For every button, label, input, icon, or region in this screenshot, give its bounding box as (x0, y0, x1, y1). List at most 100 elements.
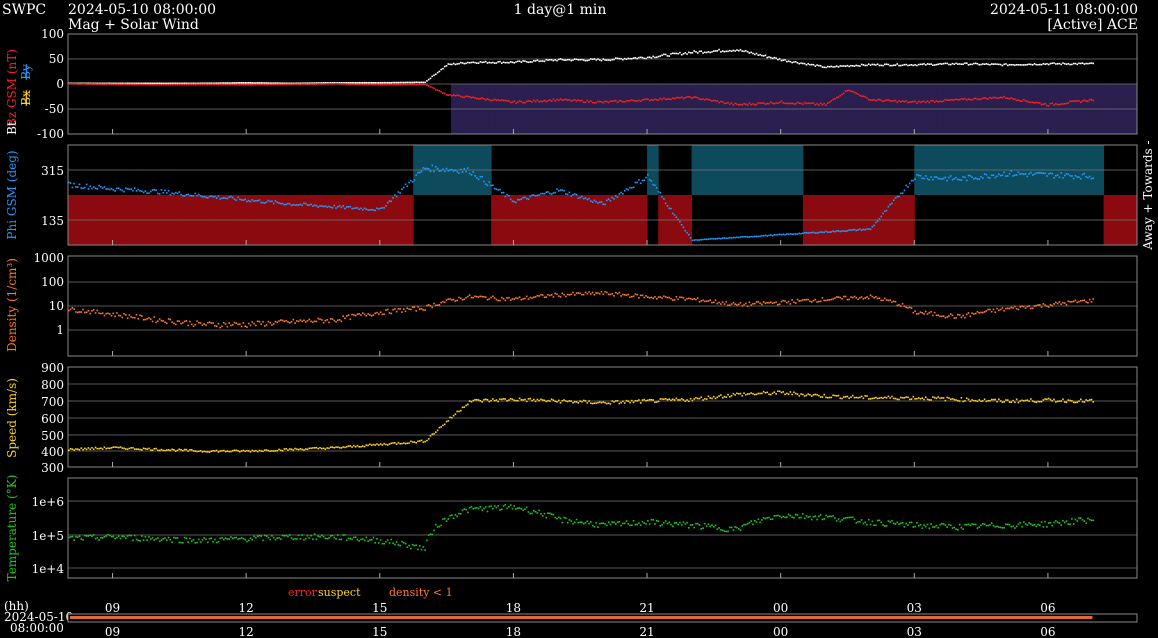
bt-point (810, 63, 813, 66)
density-point (981, 311, 984, 314)
density-point (1014, 305, 1016, 308)
bz-point (290, 83, 293, 86)
bt-point (443, 65, 446, 68)
bz-point (981, 97, 984, 100)
temperature-point (233, 536, 236, 539)
bz-point (133, 83, 136, 86)
speed-point (101, 448, 104, 450)
bz-point (1039, 102, 1041, 104)
phi-point (182, 194, 184, 197)
speed-point (1044, 398, 1046, 400)
bz-point (673, 97, 676, 100)
temperature-point (732, 529, 735, 531)
bt-point (638, 56, 640, 59)
bz-point (757, 102, 760, 104)
bt-point (509, 61, 512, 63)
bz-point (153, 83, 156, 86)
bt-point (173, 82, 175, 85)
bt-point (153, 82, 156, 85)
temperature-point (588, 522, 590, 525)
temperature-point (695, 522, 697, 525)
bz-point (572, 99, 574, 102)
speed-point (563, 399, 565, 401)
phi-point (618, 193, 621, 195)
speed-point (1033, 401, 1036, 403)
density-point (224, 323, 227, 325)
bt-point (369, 81, 371, 84)
bz-point (1012, 98, 1014, 100)
bz-point (705, 98, 708, 100)
speed-point (331, 446, 334, 448)
speed-point (506, 400, 508, 402)
speed-point (860, 395, 863, 398)
temperature-point (563, 516, 565, 519)
bz-point (119, 83, 122, 86)
bt-point (689, 52, 692, 54)
density-point (522, 298, 524, 300)
bt-point (957, 63, 959, 65)
phi-point (141, 190, 143, 193)
bt-point (454, 63, 457, 66)
x-tick-label: 21 (639, 601, 654, 615)
temperature-point (388, 542, 391, 544)
phi-point (165, 192, 168, 194)
temperature-point (1081, 518, 1084, 521)
bt-point (949, 63, 952, 66)
phi-point (958, 178, 961, 181)
density-point (962, 314, 964, 317)
speed-point (721, 396, 724, 399)
speed-point (520, 398, 523, 401)
bt-point (540, 60, 542, 62)
bz-point (782, 102, 785, 104)
phi-point (996, 175, 998, 178)
phi-point (745, 235, 747, 238)
bz-point (825, 104, 827, 107)
bt-point (593, 58, 596, 60)
density-point (910, 307, 913, 309)
bz-point (313, 83, 316, 85)
speed-point (809, 394, 811, 396)
speed-point (436, 429, 439, 432)
phi-point (753, 235, 756, 238)
bz-point (308, 83, 311, 85)
bz-point (89, 83, 91, 85)
bz-point (885, 99, 888, 101)
density-point (486, 298, 489, 301)
bz-point (1005, 97, 1007, 99)
temperature-point (126, 535, 129, 537)
speed-point (1047, 397, 1050, 400)
speed-point (486, 398, 489, 401)
temperature-point (753, 520, 756, 522)
temperature-point (949, 524, 952, 527)
speed-point (910, 398, 913, 400)
phi-point (880, 215, 883, 218)
temperature-point (182, 541, 184, 544)
phi-point (631, 186, 633, 189)
temperature-point (964, 523, 966, 526)
bt-point (1076, 63, 1079, 66)
temperature-point (101, 537, 104, 539)
phi-point (326, 206, 328, 208)
mag-tick: 100 (41, 27, 64, 41)
speed-point (354, 445, 357, 448)
bz-point (762, 102, 765, 104)
phi-point (989, 177, 991, 179)
temperature-point (280, 538, 282, 540)
phi-point (288, 202, 291, 205)
phi-point (764, 234, 767, 237)
density-point (1012, 307, 1014, 309)
bt-point (923, 63, 925, 65)
temperature-point (479, 506, 482, 508)
speed-point (607, 402, 610, 405)
phi-point (125, 187, 127, 189)
temperature-point (142, 539, 145, 541)
bz-point (992, 96, 995, 99)
bz-point (1030, 101, 1032, 104)
bz-point (1006, 97, 1009, 100)
density-point (1046, 305, 1048, 307)
bz-point (584, 101, 587, 104)
phi-point (253, 200, 255, 202)
bt-point (992, 63, 995, 65)
temperature-point (335, 538, 337, 540)
phi-point (905, 184, 907, 187)
